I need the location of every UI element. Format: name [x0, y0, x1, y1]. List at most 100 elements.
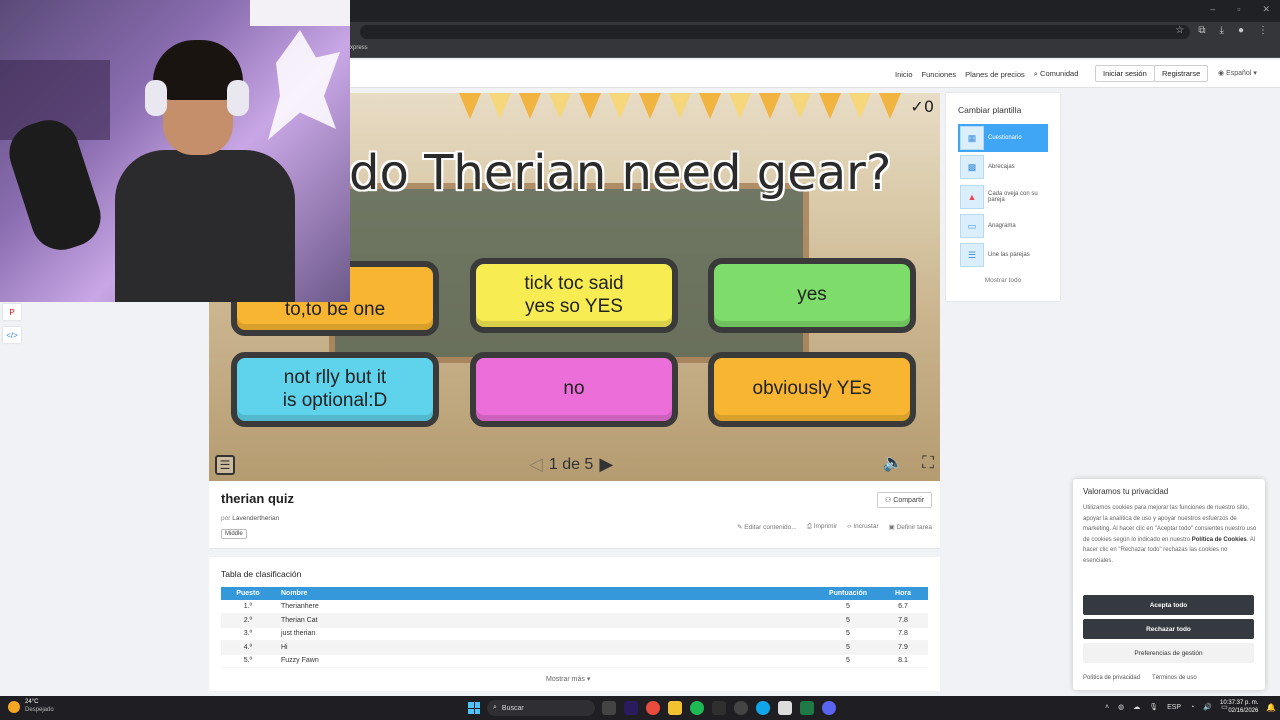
nav-community[interactable]: ⌕ Comunidad — [1034, 69, 1079, 79]
template-match-up[interactable]: ▲ Cada oveja con su pareja — [958, 183, 1048, 211]
login-button[interactable]: Iniciar sesión — [1095, 65, 1155, 82]
code-icon: ‹› — [847, 523, 852, 530]
chrome-icon[interactable] — [646, 701, 660, 715]
assign-label: Definir tarea — [896, 524, 932, 531]
tray-expand-icon[interactable]: ˄ — [1105, 704, 1109, 711]
wifi-icon[interactable]: ◔ — [1190, 704, 1194, 711]
col-name: Nombre — [275, 587, 818, 600]
maximize-button[interactable]: ▫ — [1237, 4, 1240, 15]
task-view-icon[interactable] — [602, 701, 616, 715]
sound-icon[interactable]: 🔈 — [883, 453, 904, 473]
terms-link[interactable]: Términos de uso — [1152, 675, 1197, 681]
privacy-policy-link[interactable]: Política de privacidad — [1083, 675, 1140, 681]
profile-icon[interactable]: ● — [1238, 25, 1244, 36]
template-quiz[interactable]: ▦ Cuestionario — [958, 124, 1048, 152]
show-more-link[interactable]: Mostrar más ▾ — [546, 675, 590, 683]
edit-content-link[interactable]: ✎ Editar contenido... — [737, 523, 797, 531]
discord-icon[interactable] — [822, 701, 836, 715]
level-tag[interactable]: Middle — [221, 529, 247, 539]
downloads-icon[interactable]: ⤓ — [1220, 25, 1224, 36]
stage-controls: ☰ ◁ 1 de 5 ▶ 🔈 ⛶ — [209, 449, 940, 481]
close-window-button[interactable]: ✕ — [1262, 4, 1270, 15]
answer-label: yes — [797, 284, 827, 306]
bookmark-item[interactable]: xpress — [350, 45, 368, 51]
volume-icon[interactable]: 🔊 — [1203, 703, 1212, 711]
taskbar-search-label: Buscar — [501, 704, 524, 712]
edge-icon[interactable] — [756, 701, 770, 715]
col-time: Hora — [878, 587, 928, 600]
language-selector[interactable]: ◉ Español ▾ — [1218, 69, 1257, 77]
input-language[interactable]: ESP — [1167, 704, 1181, 711]
printer-icon: ⎙ — [806, 523, 812, 530]
activity-title: therian quiz — [221, 491, 294, 506]
answer-option-3[interactable]: yes — [708, 258, 916, 333]
answer-option-6[interactable]: obviously YEs — [708, 352, 916, 427]
register-button[interactable]: Registrarse — [1154, 65, 1209, 82]
assign-link[interactable]: ▣ Definir tarea — [889, 523, 932, 531]
prev-arrow-icon[interactable]: ◁ — [529, 454, 543, 475]
cookie-links: Política de privacidad Términos de uso — [1083, 675, 1197, 681]
answer-option-4[interactable]: not rlly but it is optional:D — [231, 352, 439, 427]
template-anagram[interactable]: ▭ Anagrama — [958, 212, 1048, 240]
fullscreen-icon[interactable]: ⛶ — [922, 453, 934, 473]
embed-link[interactable]: ‹› Incrustar — [847, 523, 878, 531]
answer-label: not rlly but it is optional:D — [282, 366, 388, 411]
spotify-icon[interactable] — [690, 701, 704, 715]
file-explorer-icon[interactable] — [668, 701, 682, 715]
next-arrow-icon[interactable]: ▶ — [599, 454, 613, 475]
extensions-icon[interactable]: ⧉ — [1198, 25, 1205, 36]
manage-preferences-button[interactable]: Preferencias de gestión — [1083, 643, 1254, 663]
capcut-icon[interactable] — [712, 701, 726, 715]
show-all-templates-link[interactable]: Mostrar todo — [946, 277, 1060, 284]
col-score: Puntuación — [818, 587, 878, 600]
template-open-box[interactable]: ▩ Abrecajas — [958, 153, 1048, 181]
system-tray: ˄ ◍ ☁ 🎙 ESP ◔ 🔊 ▭ — [1105, 703, 1228, 712]
cookie-policy-link[interactable]: Política de Cookies — [1192, 537, 1247, 543]
address-bar[interactable] — [360, 25, 1190, 39]
answer-label: no — [563, 378, 585, 400]
nav-home[interactable]: Inicio — [895, 70, 913, 79]
premiere-icon[interactable] — [624, 701, 638, 715]
taskbar-apps — [602, 701, 836, 715]
pinterest-share-icon[interactable]: P — [3, 304, 21, 320]
nav-features[interactable]: Funciones — [922, 70, 957, 79]
author-link[interactable]: Lavendertherian — [232, 515, 279, 522]
print-link[interactable]: ⎙ Imprimir — [807, 523, 837, 531]
taskbar-clock[interactable]: 10:37:37 p. m. 02/16/2026 — [1220, 699, 1258, 715]
weather-widget[interactable]: 24°C Despejado — [8, 699, 54, 715]
reject-all-button[interactable]: Rechazar todo — [1083, 619, 1254, 639]
minimize-button[interactable]: – — [1210, 4, 1215, 15]
network-icon[interactable]: ◍ — [1118, 703, 1124, 711]
nav-pricing[interactable]: Planes de precios — [965, 70, 1025, 79]
anagram-template-icon: ▭ — [960, 214, 984, 238]
caret-down-icon: ▾ — [586, 676, 591, 683]
share-button[interactable]: ⚇ Compartir — [877, 492, 932, 508]
cloud-icon[interactable]: ☁ — [1133, 703, 1140, 711]
answer-option-2[interactable]: tick toc said yes so YES — [470, 258, 678, 333]
score-counter: ✓0 — [910, 97, 934, 116]
mic-icon[interactable]: 🎙 — [1149, 703, 1158, 711]
browser-menu-icon[interactable]: ⋮ — [1258, 25, 1268, 36]
menu-icon[interactable]: ☰ — [215, 455, 235, 475]
notepad-icon[interactable] — [778, 701, 792, 715]
answer-option-5[interactable]: no — [470, 352, 678, 427]
table-row: 2.º Therian Cat 5 7.8 — [221, 613, 928, 628]
embed-code-icon[interactable]: </> — [3, 327, 21, 343]
col-rank: Puesto — [221, 587, 275, 600]
bookmark-star-icon[interactable]: ☆ — [1175, 25, 1184, 36]
start-menu-icon[interactable] — [468, 702, 480, 714]
obs-icon[interactable] — [734, 701, 748, 715]
taskbar-search[interactable]: ⌕ Buscar — [487, 700, 595, 716]
excel-icon[interactable] — [800, 701, 814, 715]
rank-cell: 5.º — [221, 654, 275, 668]
leaderboard-table: Puesto Nombre Puntuación Hora 1.º Theria… — [221, 587, 928, 668]
name-cell: Fuzzy Fawn — [275, 654, 818, 668]
share-icon: ⚇ — [885, 497, 892, 504]
answer-label: obviously YEs — [752, 378, 872, 400]
template-pairs[interactable]: ☰ Une las parejas — [958, 241, 1048, 269]
accept-all-button[interactable]: Acepta todo — [1083, 595, 1254, 615]
weather-condition: Despejado — [25, 706, 54, 713]
leaderboard-title: Tabla de clasificación — [221, 569, 302, 579]
table-row: 1.º Therianhere 5 6.7 — [221, 600, 928, 614]
notification-bell-icon[interactable]: 🔔 — [1266, 703, 1276, 712]
